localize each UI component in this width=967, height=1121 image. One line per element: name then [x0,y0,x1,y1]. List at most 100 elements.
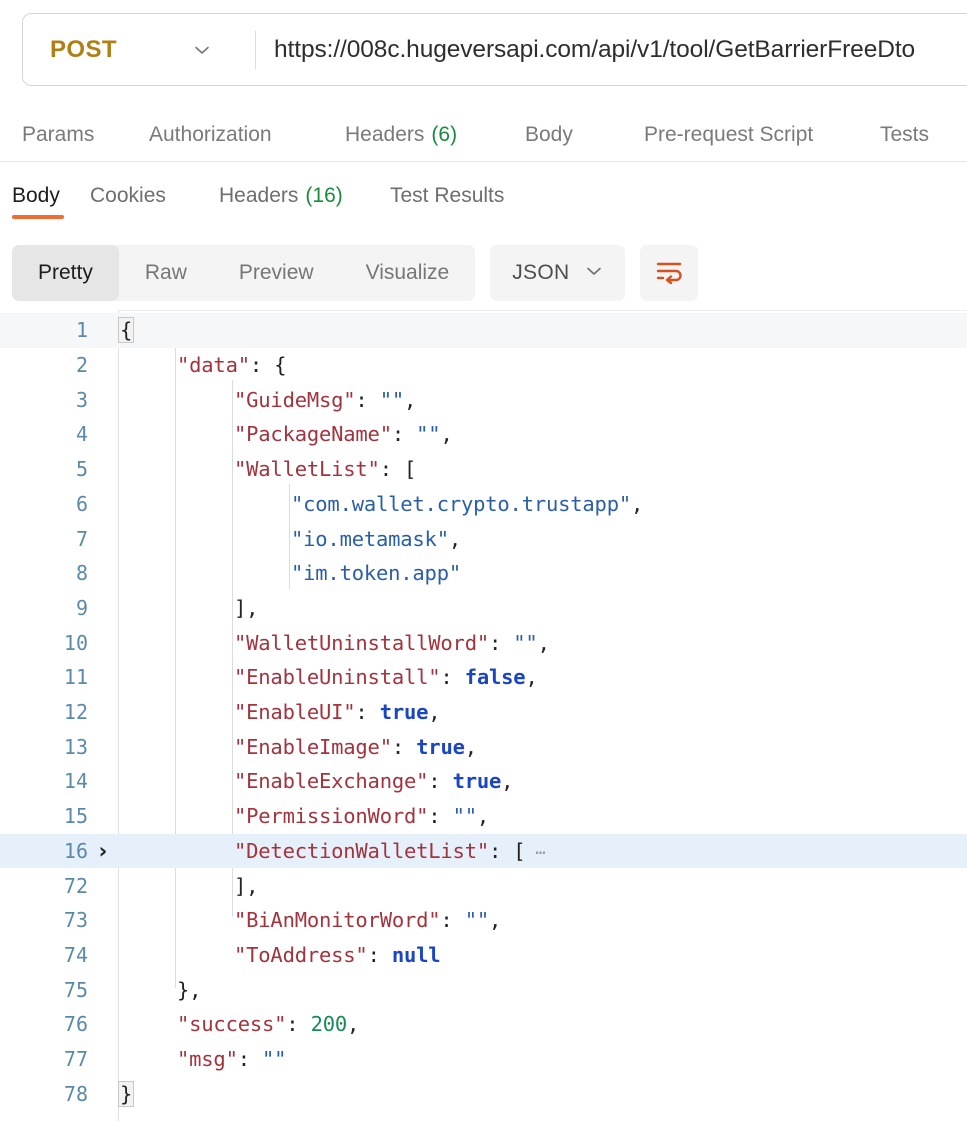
token-k: "success" [177,1012,286,1036]
line-number: 10 [0,631,88,655]
response-tab-headers[interactable]: Headers(16) [219,184,343,208]
word-wrap-icon [654,258,684,289]
view-mode-raw[interactable]: Raw [119,245,213,301]
token-p: , [538,631,550,655]
response-tab-cookies[interactable]: Cookies [90,184,166,208]
token-k: "data" [177,353,250,377]
code-line[interactable]: 9], [0,591,967,626]
code-line[interactable]: 72], [0,868,967,903]
request-url-input[interactable]: https://008c.hugeversapi.com/api/v1/tool… [256,14,967,85]
request-tab-params[interactable]: Params [22,123,94,147]
code-line[interactable]: 78} [0,1076,967,1111]
token-s: "" [513,631,537,655]
response-tab-body[interactable]: Body [12,184,60,208]
code-line[interactable]: 74 "ToAddress": null [0,938,967,973]
request-tab-label: Params [22,123,94,147]
token-p: , [347,1012,359,1036]
view-mode-label: Pretty [38,261,93,285]
code-line[interactable]: 1{ [0,313,967,348]
code-line-content: "BiAnMonitorWord": "", [234,908,501,932]
view-mode-visualize[interactable]: Visualize [340,245,476,301]
line-number: 74 [0,943,88,967]
code-line-content: "EnableImage": true, [234,735,477,759]
code-line[interactable]: 15"PermissionWord": "", [0,799,967,834]
request-tab-authorization[interactable]: Authorization [149,123,272,147]
line-number: 75 [0,978,88,1002]
code-line[interactable]: 6"com.wallet.crypto.trustapp", [0,487,967,522]
code-line[interactable]: 3"GuideMsg": "", [0,382,967,417]
line-number: 8 [0,561,88,585]
token-k: "GuideMsg" [234,388,355,412]
token-k: "EnableUI" [234,700,355,724]
http-method-dropdown[interactable]: POST [23,14,255,85]
code-line-content: "msg": "" [177,1047,286,1071]
code-line[interactable]: 77 "msg": "" [0,1042,967,1077]
code-line-content: ], [234,596,258,620]
token-p: , [404,388,416,412]
code-line[interactable]: 16›"DetectionWalletList": [ ⋯ [0,834,967,869]
token-k: "EnableImage" [234,735,392,759]
request-url-bar: POST https://008c.hugeversapi.com/api/v1… [22,13,967,86]
token-b: false [465,665,526,689]
line-number: 5 [0,457,88,481]
code-line-content: "DetectionWalletList": [ ⋯ [234,839,546,863]
response-format-label: JSON [512,261,569,285]
view-mode-preview[interactable]: Preview [213,245,340,301]
code-line[interactable]: 12"EnableUI": true, [0,695,967,730]
token-b: true [416,735,465,759]
token-p: { [274,353,286,377]
token-k: "msg" [177,1047,238,1071]
code-line-content: "io.metamask", [291,527,461,551]
code-line[interactable]: 4"PackageName": "", [0,417,967,452]
code-line[interactable]: 11"EnableUninstall": false, [0,660,967,695]
code-line[interactable]: 7"io.metamask", [0,521,967,556]
word-wrap-toggle-button[interactable] [640,245,698,301]
code-line[interactable]: 10"WalletUninstallWord": "", [0,625,967,660]
http-method-label: POST [50,36,117,64]
request-tab-pre-request-script[interactable]: Pre-request Script [644,123,813,147]
code-line[interactable]: 5"WalletList": [ [0,452,967,487]
code-line[interactable]: 75}, [0,972,967,1007]
token-s: "" [380,388,404,412]
fold-toggle-icon[interactable]: › [88,839,118,863]
token-p: , [631,492,643,516]
code-line[interactable]: 14"EnableExchange": true, [0,764,967,799]
code-top-rule [118,310,967,311]
code-line-content: "GuideMsg": "", [234,388,416,412]
line-number: 2 [0,353,88,377]
token-n: 200 [311,1012,347,1036]
token-p: : [392,422,416,446]
response-tab-count: (16) [305,184,342,208]
line-number: 1 [0,318,88,342]
code-line[interactable]: 76"success": 200, [0,1007,967,1042]
code-line[interactable]: 2"data": { [0,348,967,383]
line-number: 77 [0,1047,88,1071]
token-b: true [380,700,429,724]
response-tab-test-results[interactable]: Test Results [390,184,504,208]
token-s: "" [465,908,489,932]
token-k: "ToAddress" [234,943,368,967]
code-line-content: "ToAddress": null [234,943,440,967]
code-line[interactable]: 8 "im.token.app" [0,556,967,591]
token-p: : [238,1047,262,1071]
token-p: ], [234,596,258,620]
line-number: 13 [0,735,88,759]
request-tab-body[interactable]: Body [525,123,573,147]
code-line-content: } [120,1081,132,1107]
request-tab-count: (6) [431,123,457,147]
code-line[interactable]: 13 "EnableImage": true, [0,729,967,764]
token-s: "com.wallet.crypto.trustapp" [291,492,631,516]
token-k: "PermissionWord" [234,804,428,828]
request-tab-headers[interactable]: Headers(6) [345,123,457,147]
view-mode-pretty[interactable]: Pretty [12,245,119,301]
request-tab-label: Tests [880,123,929,147]
request-tab-label: Body [525,123,573,147]
code-line-content: "im.token.app" [291,561,461,585]
request-tab-tests[interactable]: Tests [880,123,929,147]
line-number: 4 [0,422,88,446]
code-line[interactable]: 73"BiAnMonitorWord": "", [0,903,967,938]
matched-bracket: } [118,1081,134,1107]
response-body-code-viewer[interactable]: 1{ 2 "data": {3"GuideMsg": "",4"PackageNam… [0,310,967,1121]
response-format-dropdown[interactable]: JSON [490,245,625,301]
code-line-content: "PermissionWord": "", [234,804,489,828]
